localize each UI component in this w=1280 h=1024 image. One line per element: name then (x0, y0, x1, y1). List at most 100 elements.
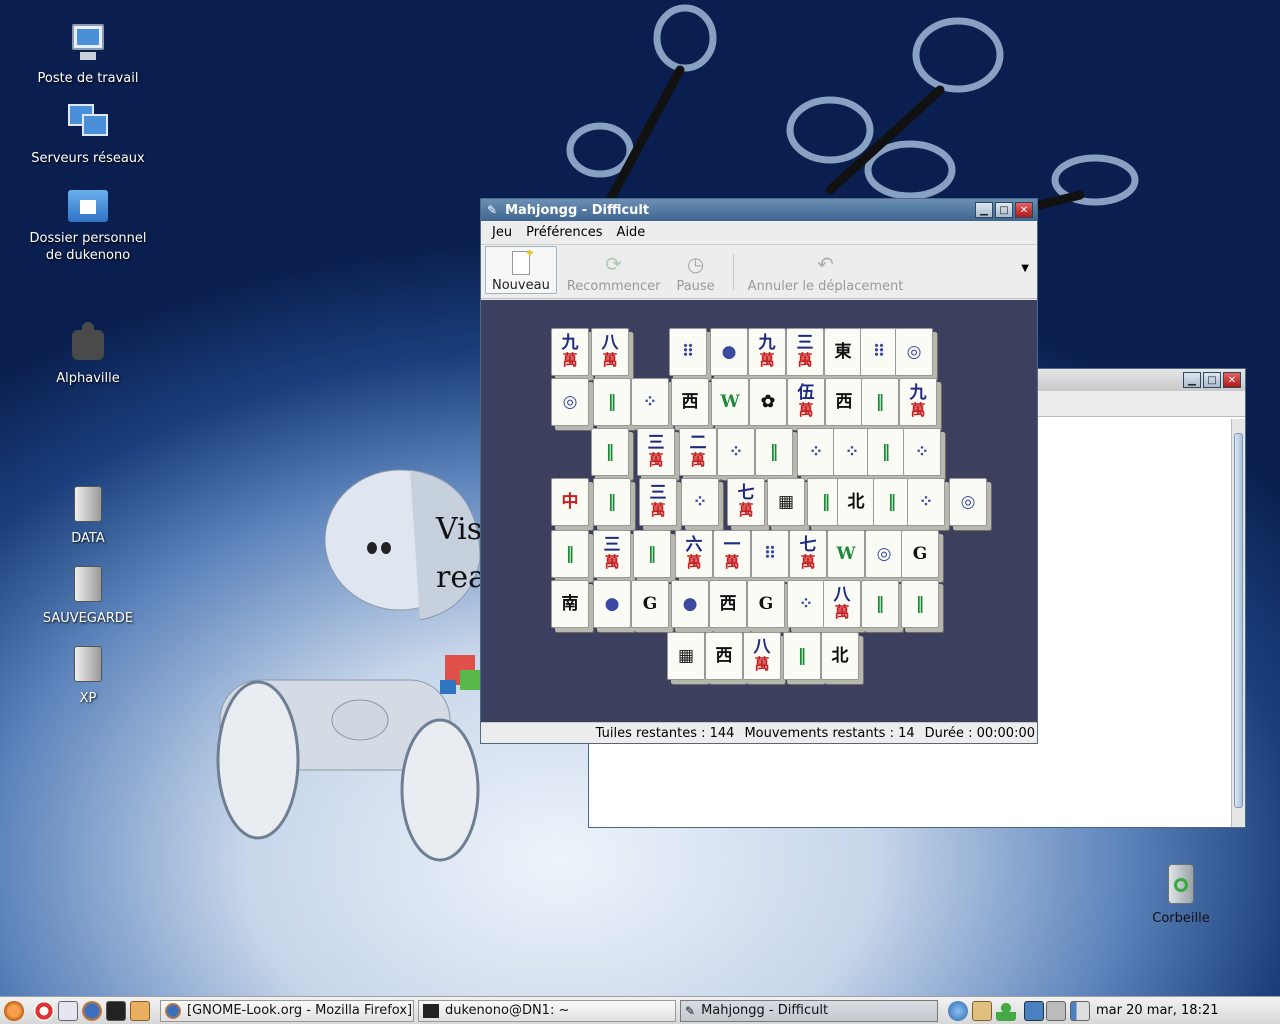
mail-notify-icon[interactable] (972, 1000, 992, 1021)
editor-icon[interactable] (130, 1000, 150, 1021)
mahjong-tile[interactable]: 三萬 (593, 530, 631, 578)
scrollbar-thumb[interactable] (1234, 433, 1243, 808)
mahjong-tile[interactable]: ● (593, 580, 631, 628)
toolbar-overflow-chevron-icon[interactable]: ▼ (1021, 263, 1029, 274)
menu-preferences[interactable]: Préférences (519, 225, 609, 240)
desktop-icon-xp[interactable]: XP (28, 642, 148, 707)
mahjong-tile[interactable]: ‖ (755, 428, 793, 476)
close-icon[interactable]: ✕ (1015, 202, 1033, 218)
mahjong-tile[interactable]: 伍萬 (787, 378, 825, 426)
mahjong-tile[interactable]: ✿ (749, 378, 787, 426)
mahjong-tile[interactable]: 三萬 (639, 478, 677, 526)
ubuntu-menu-icon[interactable] (4, 1000, 24, 1021)
minimize-icon[interactable]: ▁ (1183, 372, 1201, 388)
desktop-icon-serveurs-reseaux[interactable]: Serveurs réseaux (28, 102, 148, 167)
maximize-icon[interactable]: □ (995, 202, 1013, 218)
vertical-scrollbar[interactable] (1231, 419, 1245, 827)
mahjong-tile[interactable]: 二萬 (679, 428, 717, 476)
mahjong-tile[interactable]: ‖ (551, 530, 589, 578)
mahjong-tile[interactable]: ◎ (865, 530, 903, 578)
terminal-icon[interactable] (106, 1000, 126, 1021)
minimize-icon[interactable]: ▁ (975, 202, 993, 218)
mahjong-tile[interactable]: ◎ (551, 378, 589, 426)
mahjong-tile[interactable]: ▦ (767, 478, 805, 526)
lifebuoy-icon[interactable] (34, 1000, 54, 1021)
mahjong-tile[interactable]: 南 (551, 580, 589, 628)
mahjong-tile[interactable]: G (631, 580, 669, 628)
task-mahjongg[interactable]: ✎ Mahjongg - Difficult (680, 999, 938, 1022)
mahjong-tile[interactable]: ⠿ (751, 530, 789, 578)
mahjong-tile[interactable]: ‖ (861, 580, 899, 628)
mahjong-tile[interactable]: ‖ (783, 632, 821, 680)
mahjong-tile[interactable]: 中 (551, 478, 589, 526)
mahjong-tile[interactable]: ⁘ (907, 478, 945, 526)
mahjong-tile[interactable]: 九萬 (748, 328, 786, 376)
task-firefox[interactable]: [GNOME-Look.org - Mozilla Firefox] (160, 999, 414, 1022)
mahjong-tile[interactable]: 九萬 (551, 328, 589, 376)
workspace-2-icon[interactable] (1046, 1000, 1066, 1021)
mahjong-tile[interactable]: ⁘ (903, 428, 941, 476)
mahjong-tile[interactable]: 七萬 (789, 530, 827, 578)
desktop-icon-alphaville[interactable]: Alphaville (28, 322, 148, 387)
window-titlebar[interactable]: ✎ Mahjongg - Difficult ▁ □ ✕ (481, 199, 1037, 221)
desktop-icon-data[interactable]: DATA (28, 482, 148, 547)
pause-button[interactable]: ◷ Pause (670, 246, 720, 294)
mahjong-tile[interactable]: 北 (821, 632, 859, 680)
mahjong-tile[interactable]: ⠿ (860, 328, 898, 376)
undo-move-button[interactable]: ↶ Annuler le déplacement (742, 246, 910, 294)
mahjong-tile[interactable]: G (901, 530, 939, 578)
mahjong-tile[interactable]: ⠿ (669, 328, 707, 376)
mahjong-tile[interactable]: ‖ (867, 428, 905, 476)
desktop-icon-poste-de-travail[interactable]: Poste de travail (28, 22, 148, 87)
mahjong-tile[interactable]: ‖ (593, 478, 631, 526)
mahjong-tile[interactable]: ● (671, 580, 709, 628)
mahjong-tile[interactable]: ‖ (873, 478, 911, 526)
new-game-button[interactable]: ✦ Nouveau (485, 246, 557, 294)
mahjong-tile[interactable]: ◎ (949, 478, 987, 526)
mail-icon[interactable] (58, 1000, 78, 1021)
network-status-icon[interactable] (948, 1000, 968, 1021)
mahjong-tile[interactable]: 西 (825, 378, 863, 426)
mahjong-tile[interactable]: 九萬 (899, 378, 937, 426)
mahjong-tile[interactable]: 三萬 (786, 328, 824, 376)
mahjong-tile[interactable]: 一萬 (713, 530, 751, 578)
mahjong-tile[interactable]: 東 (824, 328, 862, 376)
mahjong-tile[interactable]: ‖ (901, 580, 939, 628)
mahjong-tile[interactable]: 西 (671, 378, 709, 426)
user-icon[interactable] (996, 1000, 1016, 1021)
maximize-icon[interactable]: □ (1203, 372, 1221, 388)
desktop-icon-dossier-personnel[interactable]: Dossier personnel de dukenono (28, 182, 148, 264)
mahjong-tile[interactable]: ⁘ (833, 428, 871, 476)
mahjong-tile[interactable]: ● (710, 328, 748, 376)
task-terminal[interactable]: dukenono@DN1: ~ (418, 999, 676, 1022)
mahjong-tile[interactable]: 西 (705, 632, 743, 680)
mahjong-tile[interactable]: ‖ (633, 530, 671, 578)
mahjong-tile[interactable]: ‖ (861, 378, 899, 426)
menu-aide[interactable]: Aide (610, 225, 653, 240)
mahjong-tile[interactable]: ⁘ (631, 378, 669, 426)
mahjong-tile[interactable]: ⁘ (797, 428, 835, 476)
firefox-icon[interactable] (82, 1000, 102, 1021)
mahjong-tile[interactable]: W (827, 530, 865, 578)
mahjong-tile[interactable]: W (711, 378, 749, 426)
mahjong-tile[interactable]: 西 (709, 580, 747, 628)
mahjong-tile[interactable]: 六萬 (675, 530, 713, 578)
workspace-1-icon[interactable] (1024, 1000, 1044, 1021)
mahjong-tile[interactable]: ▦ (667, 632, 705, 680)
mahjong-tile[interactable]: ‖ (593, 378, 631, 426)
mahjong-tile[interactable]: 八萬 (743, 632, 781, 680)
mahjong-tile[interactable]: ⁘ (681, 478, 719, 526)
mahjong-tile[interactable]: ⁘ (717, 428, 755, 476)
mahjong-tile[interactable]: G (747, 580, 785, 628)
clock[interactable]: mar 20 mar, 18:21 (1096, 1003, 1218, 1018)
close-icon[interactable]: ✕ (1223, 372, 1241, 388)
menu-jeu[interactable]: Jeu (485, 225, 519, 240)
mahjong-tile[interactable]: 北 (837, 478, 875, 526)
mahjongg-window[interactable]: ✎ Mahjongg - Difficult ▁ □ ✕ Jeu Préfére… (480, 198, 1038, 744)
mahjong-tile[interactable]: ⁘ (787, 580, 825, 628)
mahjong-tile[interactable]: ‖ (591, 428, 629, 476)
mahjong-tile[interactable]: 八萬 (823, 580, 861, 628)
desktop-icon-corbeille[interactable]: Corbeille (1121, 862, 1241, 927)
game-board[interactable]: 九萬八萬 ⠿ ● 九萬三萬東 ⠿ ◎ ◎ ‖ ⁘ 西 W ✿ 伍萬西 ‖ 九萬 ‖ 三萬二萬 ⁘ ‖ ⁘ ⁘ ‖ ⁘ 中 ‖ 三萬… (481, 300, 1037, 722)
mahjong-tile[interactable]: 三萬 (637, 428, 675, 476)
